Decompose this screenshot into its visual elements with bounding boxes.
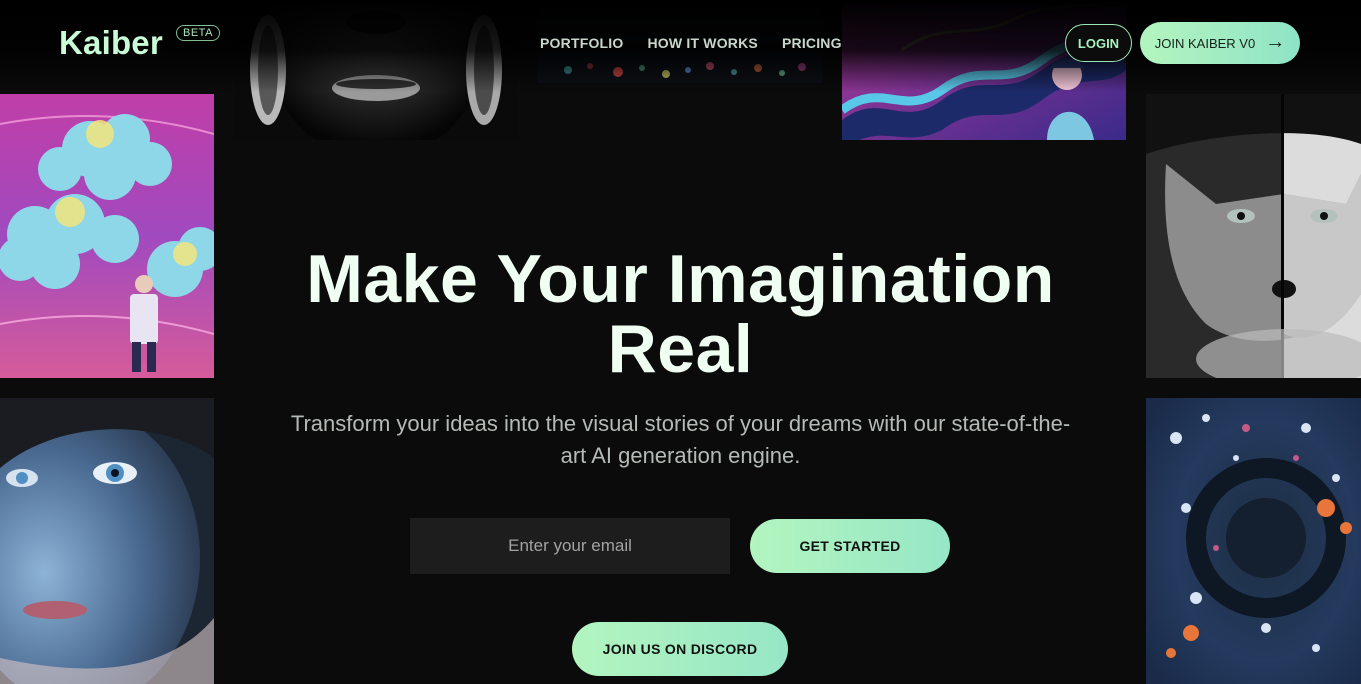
arrow-right-icon: → (1265, 31, 1286, 53)
get-started-button[interactable]: GET STARTED (750, 519, 950, 573)
hero-subtitle: Transform your ideas into the visual sto… (290, 411, 1071, 468)
beta-badge: BETA (176, 25, 220, 41)
main-nav: PORTFOLIO HOW IT WORKS PRICING (540, 35, 842, 51)
gallery-image-clouds (0, 94, 214, 378)
join-kaiber-v0-label: JOIN KAIBER V0 (1154, 35, 1256, 51)
landing-page: Kaiber BETA PORTFOLIO HOW IT WORKS PRICI… (0, 0, 1361, 684)
gallery-image-debris (1146, 398, 1361, 684)
nav-how-it-works[interactable]: HOW IT WORKS (647, 35, 758, 51)
join-kaiber-v0-button[interactable]: JOIN KAIBER V0 → (1140, 22, 1300, 64)
gallery-image-waves (842, 0, 1126, 140)
email-input[interactable] (410, 518, 730, 574)
nav-portfolio[interactable]: PORTFOLIO (540, 35, 623, 51)
gallery-image-fox (1146, 94, 1361, 378)
gallery-image-face (234, 0, 518, 140)
join-discord-button[interactable]: JOIN US ON DISCORD (572, 622, 788, 676)
login-button[interactable]: LOGIN (1065, 24, 1132, 62)
hero-title: Make Your Imagination Real (306, 241, 1055, 387)
gallery-image-woman (0, 398, 214, 684)
kaiber-logo[interactable]: Kaiber (59, 24, 163, 62)
nav-pricing[interactable]: PRICING (782, 35, 842, 51)
